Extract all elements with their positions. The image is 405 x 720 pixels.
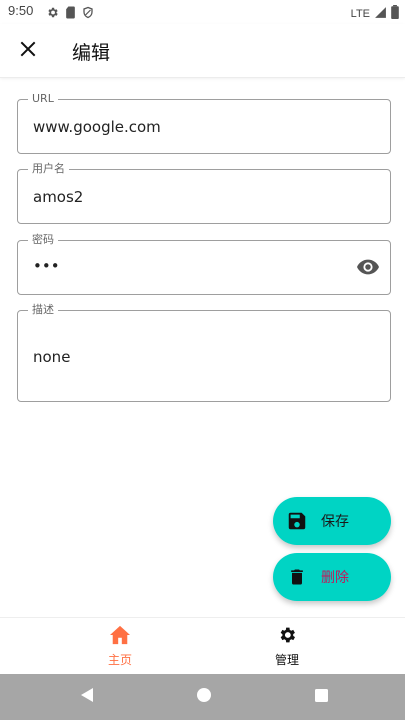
delete-button-label: 删除 [321,570,349,586]
back-icon [79,687,95,707]
url-field-label: URL [28,92,58,106]
signal-icon [374,4,387,23]
home-button[interactable] [192,685,216,709]
sd-card-icon [65,4,76,23]
close-icon [19,40,37,62]
recents-button[interactable] [309,685,333,709]
password-input[interactable]: ••• [33,257,353,275]
save-icon [285,509,309,533]
home-icon [109,625,131,649]
nav-item-home-label: 主页 [107,653,132,667]
back-button[interactable] [75,685,99,709]
description-input[interactable]: none [33,348,353,366]
network-type: LTE [350,7,370,20]
eye-icon [357,259,379,279]
username-field-label: 用户名 [28,162,69,176]
settings-icon [277,625,297,649]
shield-icon [82,4,94,23]
status-icons-right: LTE [351,4,399,23]
username-field[interactable]: 用户名 amos2 [17,162,391,224]
description-field[interactable]: 描述 none [17,303,391,402]
password-visibility-toggle[interactable] [356,257,380,281]
status-bar: 9:50 LTE [0,0,405,24]
trash-icon [285,565,309,589]
nav-item-manage[interactable]: 管理 [186,618,388,675]
delete-button[interactable]: 删除 [273,553,391,601]
description-field-label: 描述 [28,303,58,317]
page-title: 编辑 [72,42,111,64]
home-circle-icon [196,687,212,707]
url-input[interactable]: www.google.com [33,118,353,136]
save-button-label: 保存 [321,514,349,530]
app-bar: 编辑 [0,24,405,78]
password-field-label: 密码 [28,233,58,247]
status-time: 9:50 [8,3,34,18]
nav-item-manage-label: 管理 [274,653,299,667]
gear-icon [46,4,59,23]
recents-icon [314,688,329,707]
password-field[interactable]: 密码 ••• [17,233,391,295]
bottom-navigation: 主页 管理 [0,617,405,674]
battery-icon [391,4,399,23]
system-navigation-bar [0,674,405,720]
close-button[interactable] [12,35,44,67]
username-input[interactable]: amos2 [33,188,353,206]
status-icons-left [46,4,94,23]
save-button[interactable]: 保存 [273,497,391,545]
url-field[interactable]: URL www.google.com [17,92,391,154]
